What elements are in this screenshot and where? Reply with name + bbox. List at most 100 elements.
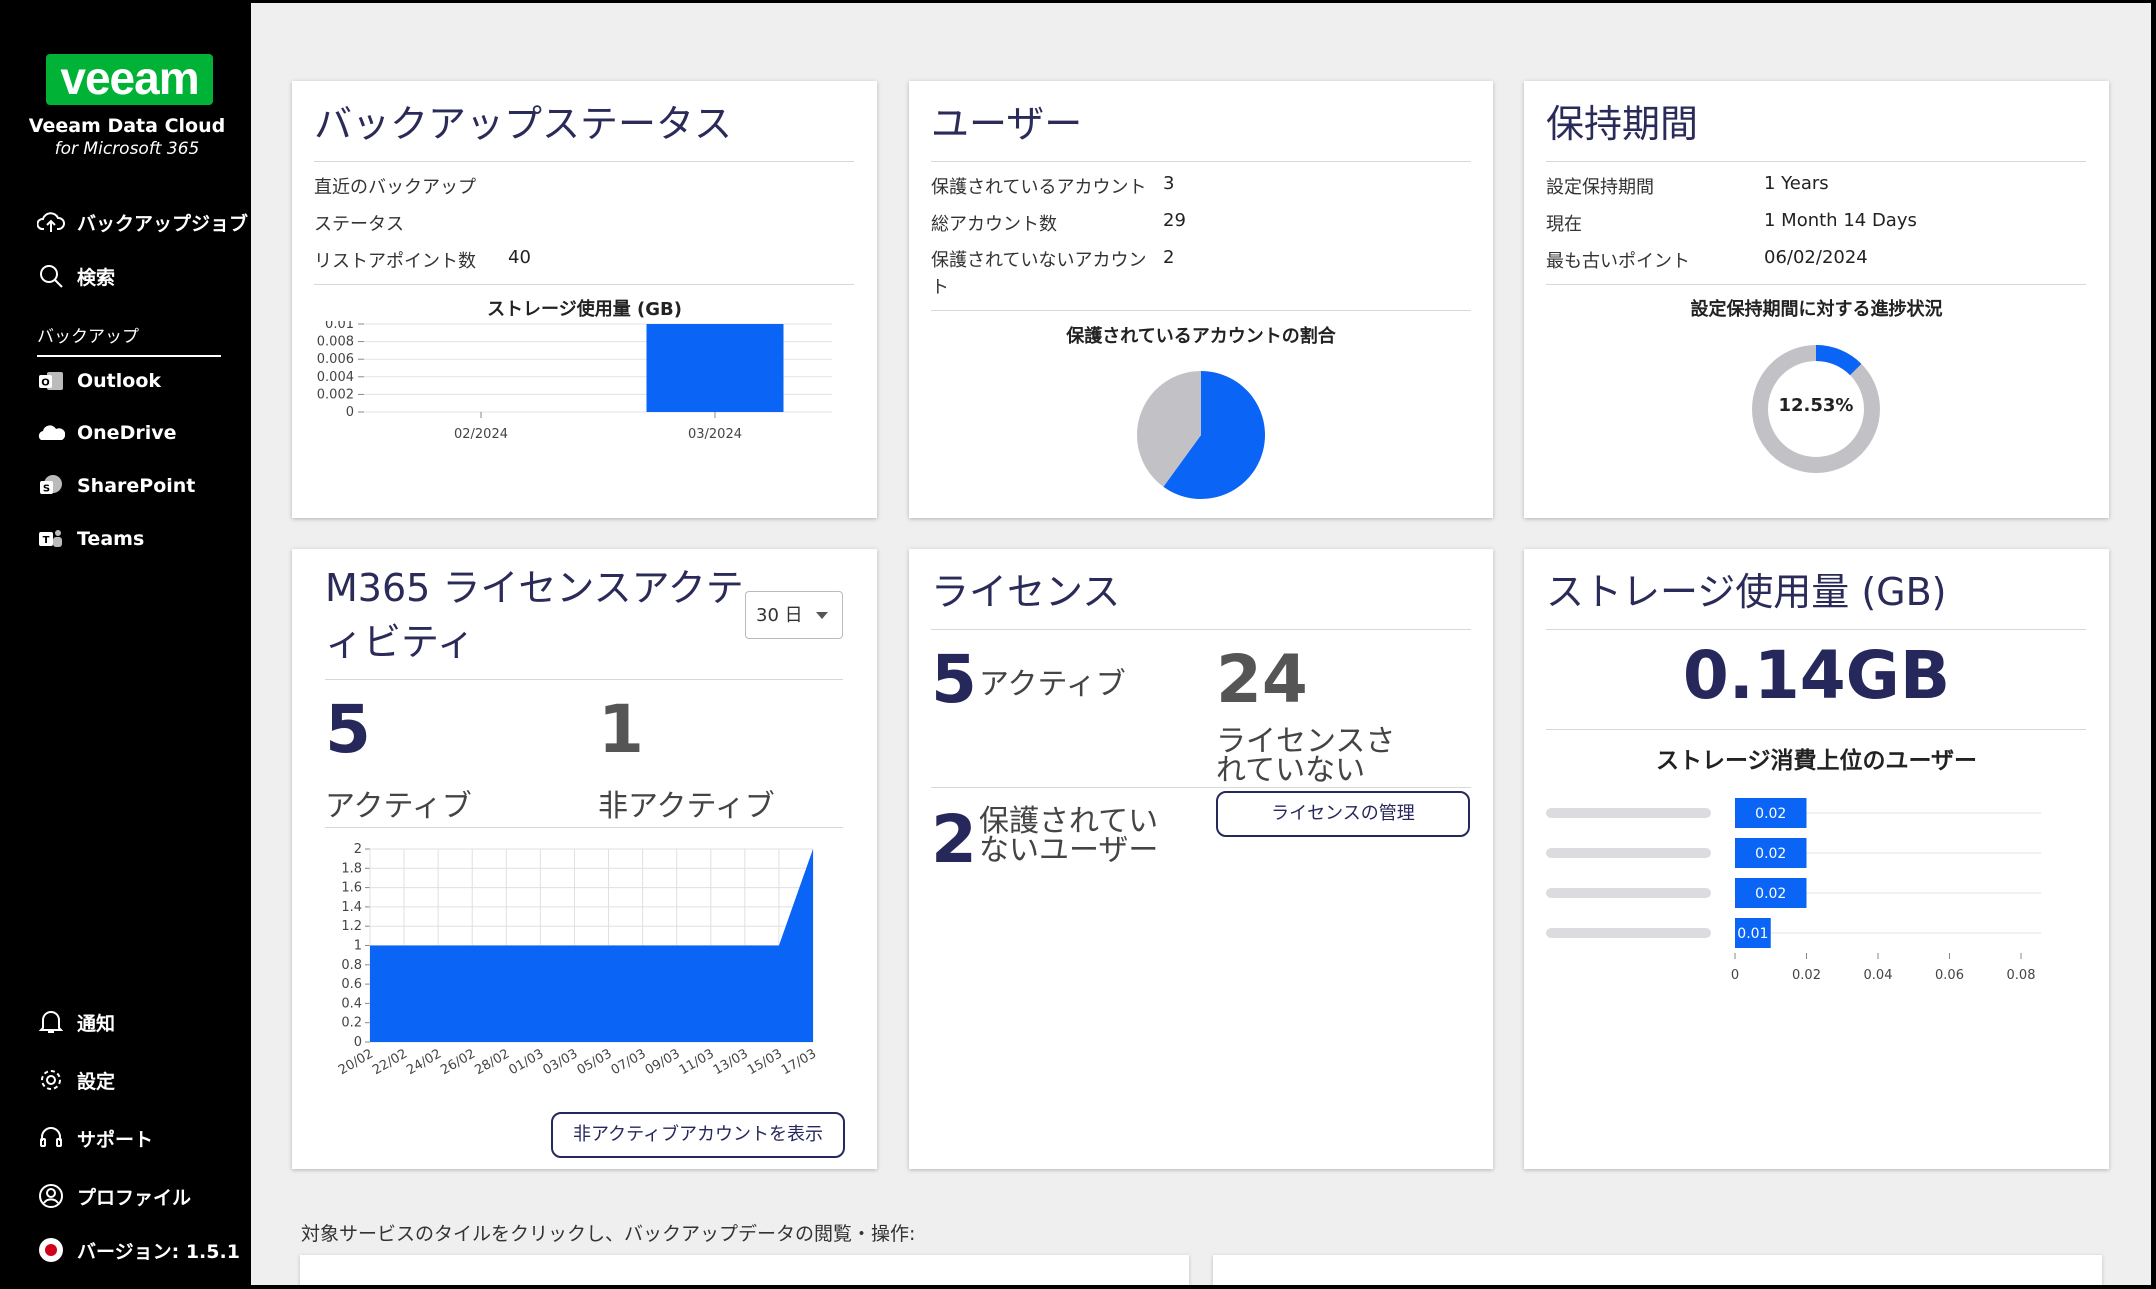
backup-status-card[interactable]: バックアップステータス 直近のバックアップ ステータス リストアポイント数 40…	[292, 81, 877, 518]
users-card[interactable]: ユーザー 保護されているアカウント 3 総アカウント数 29 保護されていないア…	[909, 81, 1493, 518]
nav-settings[interactable]: 設定	[37, 1066, 115, 1094]
card-title: M365 ライセンスアクテ ィビティ	[325, 561, 744, 669]
unprotected-users-label: 保護されてい ないユーザー	[979, 807, 1159, 868]
bar-value-label: 0.02	[1755, 846, 1786, 862]
unprotected-users-count: 2	[931, 801, 977, 878]
divider	[931, 310, 1471, 311]
x-tick-label: 0	[1731, 968, 1739, 983]
x-tick-label: 15/03	[745, 1046, 785, 1078]
x-tick-label: 01/03	[506, 1046, 546, 1078]
y-tick-label: 1.2	[341, 919, 362, 934]
outlook-icon: O	[37, 367, 65, 395]
show-inactive-accounts-button[interactable]: 非アクティブアカウントを表示	[551, 1112, 845, 1158]
divider	[1546, 629, 2086, 630]
row-label: リストアポイント数	[314, 251, 476, 272]
retention-card[interactable]: 保持期間 設定保持期間 1 Years 現在 1 Month 14 Days 最…	[1524, 81, 2109, 518]
brand-title: Veeam Data Cloud	[28, 115, 226, 137]
nav-label: 設定	[77, 1070, 116, 1093]
x-tick-label: 17/03	[779, 1046, 819, 1078]
y-tick-label: 0.2	[341, 1016, 362, 1031]
headset-icon	[37, 1124, 65, 1152]
service-tile[interactable]	[300, 1255, 1189, 1285]
chart-title: 設定保持期間に対する進捗状況	[1690, 299, 1943, 320]
nav-search[interactable]: 検索	[37, 262, 115, 290]
oldest-point-value: 06/02/2024	[1764, 247, 1868, 268]
divider	[314, 161, 854, 162]
nav-label: サポート	[77, 1128, 154, 1151]
storage-total: 0.14GB	[1682, 637, 1951, 714]
unlicensed-label-line-1: ライセンスさ	[1216, 724, 1396, 759]
y-tick-label: 1.8	[341, 861, 362, 876]
chevron-down-icon	[816, 612, 828, 619]
storage-bar-chart: 0.01 0.008 0.006 0.004 0.002 0 02/2024 03/2024	[317, 321, 832, 442]
top-users-bar-chart: 0.02 0.02 0.02 0.01 0 0.02 0.04 0.06 0.08	[1546, 798, 2041, 983]
row-label: 直近のバックアップ	[314, 177, 476, 198]
card-title: 保持期間	[1546, 102, 1699, 146]
redacted-user-name	[1546, 808, 1711, 818]
total-accounts-value: 29	[1163, 210, 1186, 231]
nav-profile[interactable]: プロファイル	[37, 1182, 191, 1210]
row-label: 保護されていないアカウン ト	[931, 250, 1147, 298]
storage-card[interactable]: ストレージ使用量 (GB) 0.14GB ストレージ消費上位のユーザー 0.02…	[1524, 549, 2109, 1169]
protected-accounts-value: 3	[1163, 173, 1175, 194]
row-label: ステータス	[314, 214, 404, 235]
row-label: 現在	[1546, 214, 1582, 235]
x-tick-label: 13/03	[711, 1046, 751, 1078]
area-fill	[370, 849, 813, 1042]
app-window: veeam Veeam Data Cloud for Microsoft 365…	[3, 3, 2151, 1285]
nav-teams[interactable]: T Teams	[37, 525, 144, 553]
nav-label: 通知	[77, 1012, 116, 1035]
x-tick-label: 22/02	[370, 1046, 410, 1078]
x-tick-label: 0.04	[1864, 968, 1893, 983]
redacted-user-name	[1546, 928, 1711, 938]
nav-notifications[interactable]: 通知	[37, 1008, 115, 1036]
divider	[931, 629, 1471, 630]
license-activity-card[interactable]: M365 ライセンスアクテ ィビティ 30 日 5 1 アクティブ 非アクティブ…	[292, 549, 877, 1169]
retention-setting-value: 1 Years	[1764, 173, 1829, 194]
row-label: 総アカウント数	[931, 214, 1057, 235]
x-tick-label: 24/02	[404, 1046, 444, 1078]
x-tick-label: 20/02	[336, 1046, 376, 1078]
nav-label: OneDrive	[77, 422, 177, 444]
current-retention-value: 1 Month 14 Days	[1764, 210, 1917, 231]
redacted-user-name	[1546, 888, 1711, 898]
sidebar: veeam Veeam Data Cloud for Microsoft 365…	[3, 3, 251, 1285]
svg-text:S: S	[43, 484, 50, 495]
manage-licenses-button[interactable]: ライセンスの管理	[1216, 791, 1470, 837]
restore-points-value: 40	[508, 247, 531, 268]
unprotected-accounts-value: 2	[1163, 247, 1175, 268]
unprotected-users-label-line-2: ないユーザー	[979, 833, 1159, 868]
nav-outlook[interactable]: O Outlook	[37, 367, 161, 395]
nav-label: 検索	[77, 266, 116, 289]
nav-onedrive[interactable]: OneDrive	[37, 419, 177, 447]
period-select[interactable]: 30 日	[745, 591, 843, 639]
sharepoint-icon: S	[37, 472, 65, 500]
nav-backup-jobs[interactable]: バックアップジョブ	[37, 208, 248, 236]
row-label: 最も古いポイント	[1546, 251, 1690, 272]
nav-sharepoint[interactable]: S SharePoint	[37, 472, 195, 500]
activity-area-chart: 2 1.8 1.6 1.4 1.2 1 0.8 0.6 0.4 0.2 020/0222/0224/…	[336, 842, 819, 1078]
y-tick-label: 0.008	[317, 335, 354, 350]
license-card[interactable]: ライセンス 5 アクティブ 24 ライセンスさ れていない 2 保護されてい な…	[909, 549, 1493, 1169]
svg-text:T: T	[43, 535, 50, 546]
period-select-value: 30 日	[756, 605, 803, 626]
x-tick-label: 11/03	[677, 1046, 717, 1078]
y-tick-label: 0	[346, 405, 354, 420]
nav-label: プロファイル	[77, 1186, 192, 1209]
y-tick-label: 0.006	[317, 352, 354, 367]
divider	[931, 787, 1471, 788]
nav-label: バージョン: 1.5.1	[77, 1240, 240, 1263]
x-tick-label: 0.02	[1792, 968, 1821, 983]
active-count: 5	[325, 691, 371, 768]
nav-version[interactable]: バージョン: 1.5.1	[37, 1236, 240, 1264]
x-tick-label: 0.08	[2007, 968, 2036, 983]
service-tile[interactable]	[1213, 1255, 2102, 1285]
y-tick-label: 0.8	[341, 958, 362, 973]
card-title: バックアップステータス	[314, 102, 733, 146]
redacted-user-name	[1546, 848, 1711, 858]
veeam-logo[interactable]: veeam	[46, 54, 213, 105]
nav-support[interactable]: サポート	[37, 1124, 153, 1152]
y-tick-label: 2	[354, 842, 362, 857]
card-title: ストレージ使用量 (GB)	[1546, 570, 1947, 614]
y-tick-label: 0.6	[341, 977, 362, 992]
